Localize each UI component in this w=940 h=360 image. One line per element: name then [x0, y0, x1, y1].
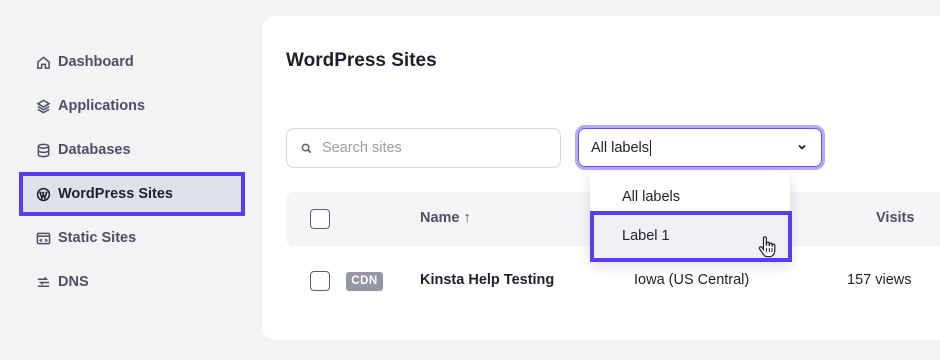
label-filter-value: All labels: [591, 139, 650, 156]
dropdown-option-all-labels[interactable]: All labels: [622, 189, 680, 205]
dropdown-option-label-1[interactable]: Label 1: [590, 211, 792, 262]
search-box[interactable]: [286, 128, 561, 168]
site-location: Iowa (US Central): [634, 272, 750, 288]
sidebar: Dashboard Applications Databases WordPre…: [0, 0, 262, 360]
cdn-badge: CDN: [346, 272, 383, 291]
sidebar-item-label: WordPress Sites: [58, 186, 173, 202]
layers-icon: [36, 99, 51, 113]
column-header-name[interactable]: Name ↑: [420, 210, 471, 226]
sidebar-item-wordpress-sites[interactable]: WordPress Sites: [19, 172, 245, 216]
dropdown-option-label: Label 1: [622, 228, 670, 244]
database-icon: [37, 143, 50, 157]
sidebar-item-label: Dashboard: [58, 54, 134, 70]
page-title: WordPress Sites: [286, 50, 437, 71]
row-checkbox[interactable]: [310, 271, 330, 291]
chevron-down-icon: [798, 144, 806, 150]
search-icon: [301, 143, 312, 153]
sidebar-item-label: Static Sites: [58, 230, 137, 246]
select-all-checkbox[interactable]: [310, 209, 330, 229]
text-caret: [650, 139, 652, 156]
sidebar-item-label: Databases: [58, 142, 131, 158]
wordpress-icon: [36, 187, 51, 201]
sidebar-item-dashboard[interactable]: Dashboard: [36, 50, 134, 74]
sidebar-item-dns[interactable]: DNS: [36, 270, 89, 294]
static-site-icon: [36, 232, 51, 244]
sidebar-item-label: DNS: [58, 274, 89, 290]
site-visits: 157 views: [847, 272, 912, 288]
sidebar-item-label: Applications: [58, 98, 146, 114]
label-filter-dropdown: All labels Label 1: [590, 172, 792, 262]
site-name-link[interactable]: Kinsta Help Testing: [420, 272, 554, 288]
label-filter-select[interactable]: All labels: [575, 125, 825, 170]
sidebar-item-static-sites[interactable]: Static Sites: [36, 226, 136, 250]
dns-icon: [37, 276, 50, 287]
hand-pointer-cursor-icon: [758, 236, 776, 258]
column-header-visits[interactable]: Visits: [876, 210, 914, 226]
home-icon: [37, 55, 50, 69]
search-input[interactable]: [322, 140, 542, 156]
sidebar-item-databases[interactable]: Databases: [36, 138, 131, 162]
sidebar-item-applications[interactable]: Applications: [36, 94, 145, 118]
